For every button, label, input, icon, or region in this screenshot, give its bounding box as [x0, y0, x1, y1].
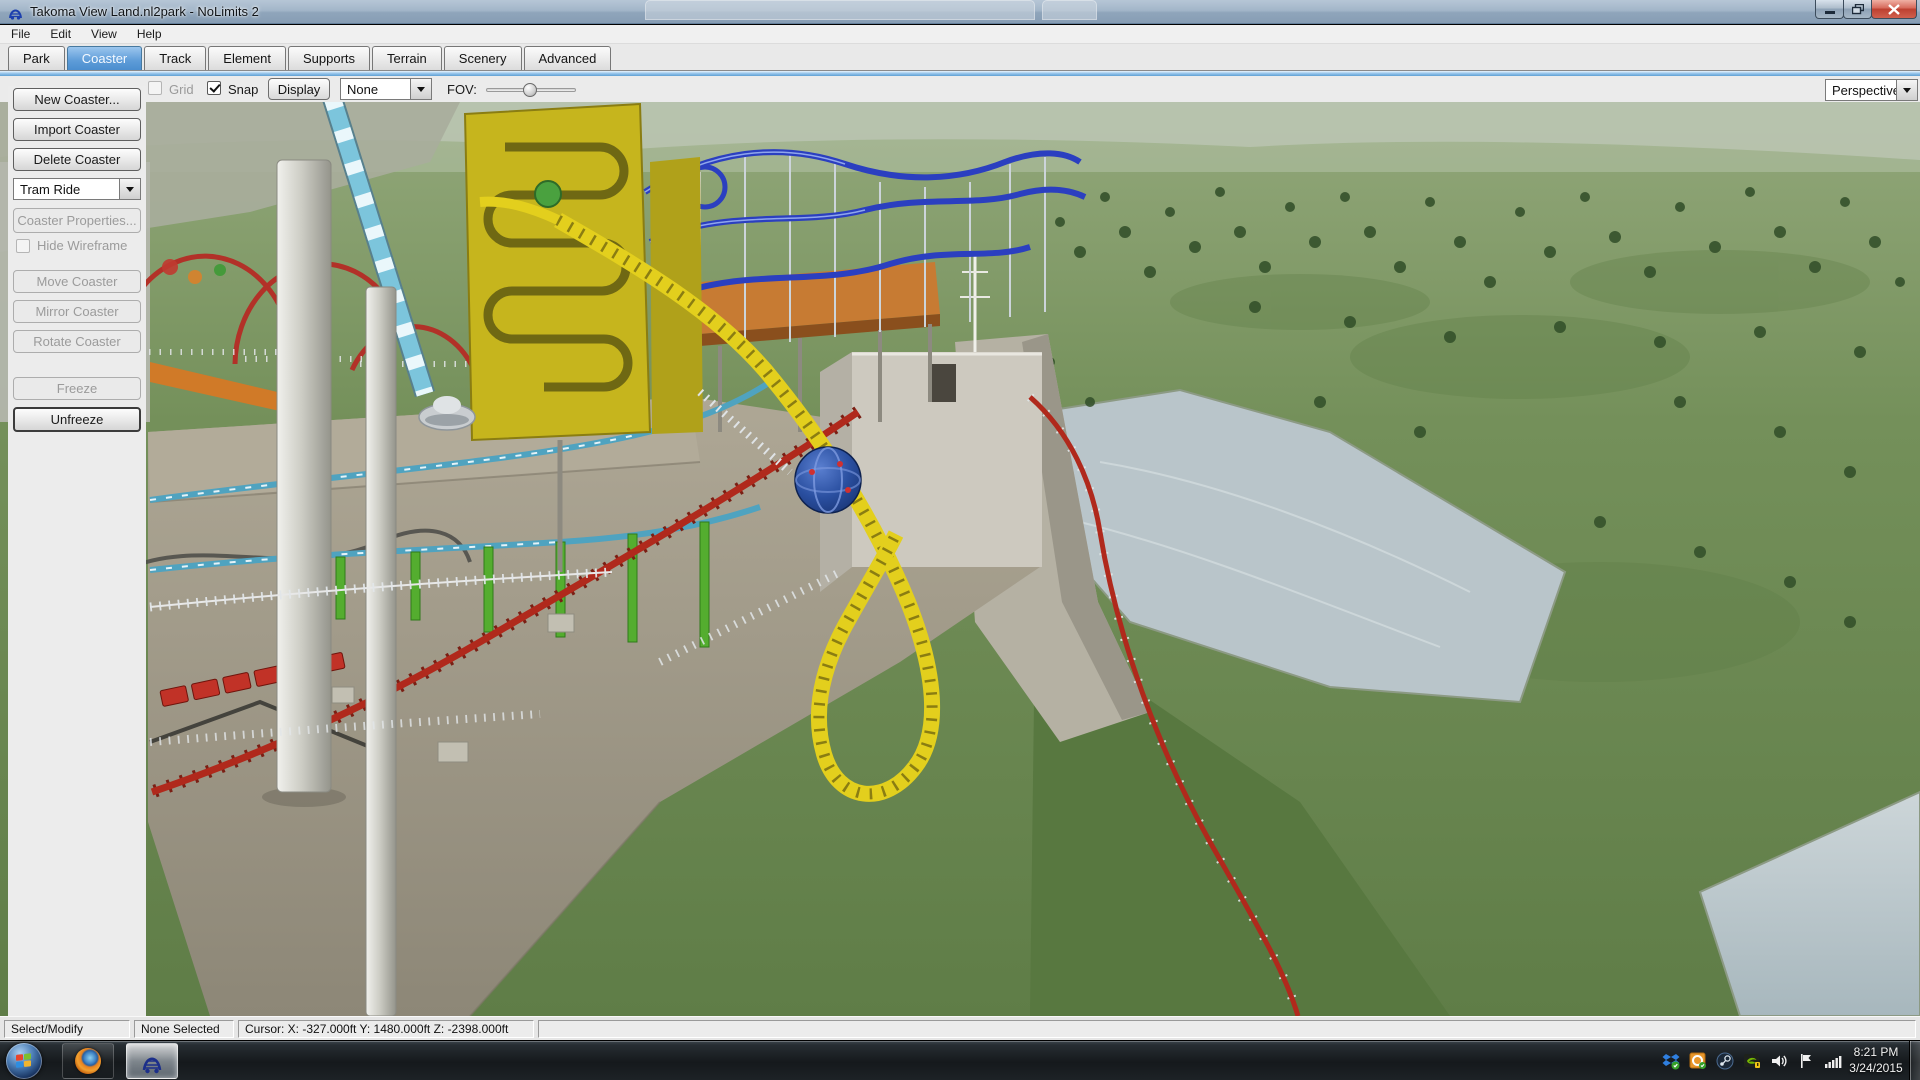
background-window-tab — [645, 0, 1035, 20]
freeze-button[interactable]: Freeze — [13, 377, 141, 400]
fov-label: FOV: — [447, 82, 477, 97]
nolimits2-editor-window: Takoma View Land.nl2park - NoLimits 2 Fi… — [0, 0, 1920, 1080]
steam-icon[interactable] — [1716, 1052, 1734, 1070]
status-bar: Select/Modify None Selected Cursor: X: -… — [0, 1016, 1920, 1040]
menu-bar: File Edit View Help — [0, 25, 1920, 44]
view-mode-value: Perspective — [1826, 83, 1896, 98]
windows-taskbar: 8:21 PM 3/24/2015 — [0, 1040, 1920, 1080]
rotate-coaster-button[interactable]: Rotate Coaster — [13, 330, 141, 353]
chevron-down-icon[interactable] — [410, 79, 431, 99]
fov-slider-thumb[interactable] — [523, 83, 537, 97]
minimize-button[interactable] — [1815, 0, 1844, 19]
chevron-down-icon[interactable] — [1896, 80, 1917, 100]
new-coaster-button[interactable]: New Coaster... — [13, 88, 141, 111]
orange-app-icon[interactable] — [1689, 1052, 1707, 1070]
snap-checkbox[interactable] — [207, 81, 221, 95]
tab-supports[interactable]: Supports — [288, 46, 370, 70]
menu-view[interactable]: View — [82, 25, 126, 43]
menu-help[interactable]: Help — [128, 25, 171, 43]
move-coaster-button[interactable]: Move Coaster — [13, 270, 141, 293]
menu-edit[interactable]: Edit — [41, 25, 80, 43]
start-button[interactable] — [6, 1043, 42, 1079]
tab-scenery[interactable]: Scenery — [444, 46, 522, 70]
title-bar[interactable]: Takoma View Land.nl2park - NoLimits 2 — [0, 0, 1920, 24]
coaster-select-value: Tram Ride — [14, 182, 119, 197]
clock-time: 8:21 PM — [1844, 1044, 1908, 1060]
taskbar-clock[interactable]: 8:21 PM 3/24/2015 — [1844, 1044, 1908, 1076]
taskbar-firefox-button[interactable] — [62, 1043, 114, 1079]
import-coaster-button[interactable]: Import Coaster — [13, 118, 141, 141]
volume-icon[interactable] — [1770, 1052, 1788, 1070]
tab-coaster[interactable]: Coaster — [67, 46, 143, 70]
grid-label: Grid — [169, 82, 194, 97]
status-empty — [538, 1020, 1916, 1038]
system-tray — [1662, 1041, 1842, 1080]
nvidia-settings-icon[interactable] — [1743, 1052, 1761, 1070]
display-mode-combo[interactable]: None — [340, 78, 432, 100]
fov-slider[interactable] — [486, 88, 576, 92]
tab-advanced[interactable]: Advanced — [524, 46, 612, 70]
display-button[interactable]: Display — [268, 78, 330, 100]
hide-wireframe-row: Hide Wireframe — [16, 238, 127, 253]
show-desktop-button[interactable] — [1910, 1041, 1920, 1080]
restore-button[interactable] — [1843, 0, 1872, 19]
view-toolbar: Grid Snap Display None FOV: Perspective — [0, 76, 1920, 102]
display-mode-value: None — [341, 82, 410, 97]
firefox-icon — [75, 1048, 101, 1074]
clock-date: 3/24/2015 — [1844, 1060, 1908, 1076]
white-pillar-2 — [366, 287, 396, 1016]
tab-element[interactable]: Element — [208, 46, 286, 70]
grid-checkbox[interactable] — [148, 81, 162, 95]
app-icon — [7, 3, 24, 20]
viewport-3d-scene[interactable] — [0, 102, 1920, 1016]
status-selection: None Selected — [134, 1020, 234, 1038]
mirror-coaster-button[interactable]: Mirror Coaster — [13, 300, 141, 323]
action-center-flag-icon[interactable] — [1797, 1052, 1815, 1070]
coaster-properties-button[interactable]: Coaster Properties... — [13, 208, 141, 233]
tab-track[interactable]: Track — [144, 46, 206, 70]
white-pillar — [277, 160, 331, 792]
view-mode-combo[interactable]: Perspective — [1825, 79, 1918, 101]
snap-label: Snap — [228, 82, 258, 97]
network-signal-icon[interactable] — [1824, 1052, 1842, 1070]
window-title: Takoma View Land.nl2park - NoLimits 2 — [30, 4, 259, 19]
background-window-tab2 — [1042, 0, 1097, 20]
coaster-panel: New Coaster... Import Coaster Delete Coa… — [8, 86, 146, 1016]
nolimits2-icon — [139, 1048, 165, 1074]
status-mode: Select/Modify — [4, 1020, 130, 1038]
tab-park[interactable]: Park — [8, 46, 65, 70]
blue-sphere-vehicle — [795, 447, 861, 513]
close-icon[interactable] — [1871, 0, 1917, 19]
coaster-select-combo[interactable]: Tram Ride — [13, 178, 141, 200]
windows-logo-icon — [16, 1053, 32, 1069]
delete-coaster-button[interactable]: Delete Coaster — [13, 148, 141, 171]
mode-tab-bar: Park Coaster Track Element Supports Terr… — [0, 44, 1920, 70]
hide-wireframe-checkbox[interactable] — [16, 239, 30, 253]
chevron-down-icon[interactable] — [119, 179, 140, 199]
unfreeze-button[interactable]: Unfreeze — [13, 407, 141, 432]
menu-file[interactable]: File — [2, 25, 39, 43]
hide-wireframe-label: Hide Wireframe — [37, 238, 127, 253]
taskbar-nolimits2-button[interactable] — [126, 1043, 178, 1079]
tab-terrain[interactable]: Terrain — [372, 46, 442, 70]
status-cursor-coords: Cursor: X: -327.000ft Y: 1480.000ft Z: -… — [238, 1020, 534, 1038]
dropbox-icon[interactable] — [1662, 1052, 1680, 1070]
